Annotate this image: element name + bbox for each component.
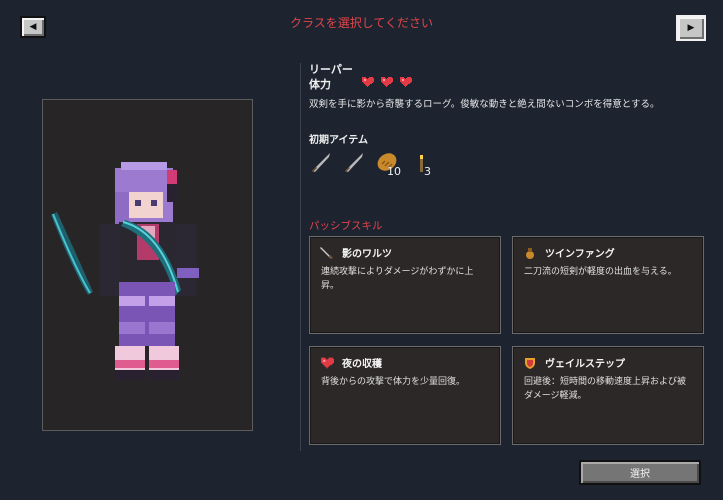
heart-icon: [400, 77, 412, 87]
page-title: クラスを選択してください: [289, 16, 434, 30]
skill-description: 背後からの攻撃で体力を少量回復。: [321, 377, 466, 387]
class-description: 双剣を手に影から奇襲するローグ。俊敏な動きと絶え間ないコンボを得意とする。: [309, 99, 660, 110]
dagger-item: [342, 150, 366, 174]
skill-card[interactable]: ヴェイルステップ 回避後：短時間の移動速度上昇および被ダメージ軽減。: [512, 346, 704, 445]
select-button-label: 選択: [630, 469, 650, 480]
dagger-icon: [312, 153, 330, 172]
hp-hearts: [361, 76, 412, 88]
character-preview: [42, 99, 253, 431]
passive-skills-label: パッシブスキル: [309, 220, 383, 232]
item-count: 3: [424, 165, 431, 178]
select-button[interactable]: 選択: [579, 460, 701, 485]
shield-icon: [525, 357, 535, 369]
skill-name: 影のワルツ: [342, 249, 392, 260]
torch-item: 3: [414, 150, 438, 178]
skill-description: 回避後：短時間の移動速度上昇および被ダメージ軽減。: [524, 377, 687, 401]
panel-divider: [300, 63, 301, 451]
dagger-item: [309, 150, 333, 174]
bread-item: 10: [375, 150, 401, 178]
skill-description: 二刀流の短剣が軽度の出血を与える。: [524, 267, 677, 277]
initial-items-label: 初期アイテム: [309, 135, 368, 146]
skill-card[interactable]: ツインファング 二刀流の短剣が軽度の出血を与える。: [512, 236, 704, 334]
skill-card[interactable]: 影のワルツ 連続攻撃によりダメージがわずかに上昇。: [309, 236, 501, 334]
next-arrow-icon: ▶: [687, 23, 695, 33]
heart-icon: [362, 77, 374, 87]
class-name: リーパー: [309, 63, 353, 76]
heart-icon: [321, 357, 334, 368]
item-count: 10: [387, 165, 401, 178]
pouch-icon: [526, 247, 534, 259]
next-class-button[interactable]: ▶: [676, 15, 706, 41]
skill-name: ツインファング: [545, 249, 615, 260]
heart-icon: [381, 77, 393, 87]
skill-description: 連続攻撃によりダメージがわずかに上昇。: [321, 267, 474, 291]
skill-card[interactable]: 夜の収穫 背後からの攻撃で体力を少量回復。: [309, 346, 501, 445]
hp-label: 体力: [309, 78, 331, 91]
character-model: [51, 162, 199, 380]
dagger-icon: [345, 153, 363, 172]
sword-icon: [320, 246, 334, 259]
skill-name: 夜の収穫: [342, 359, 382, 370]
skill-name: ヴェイルステップ: [545, 359, 625, 370]
